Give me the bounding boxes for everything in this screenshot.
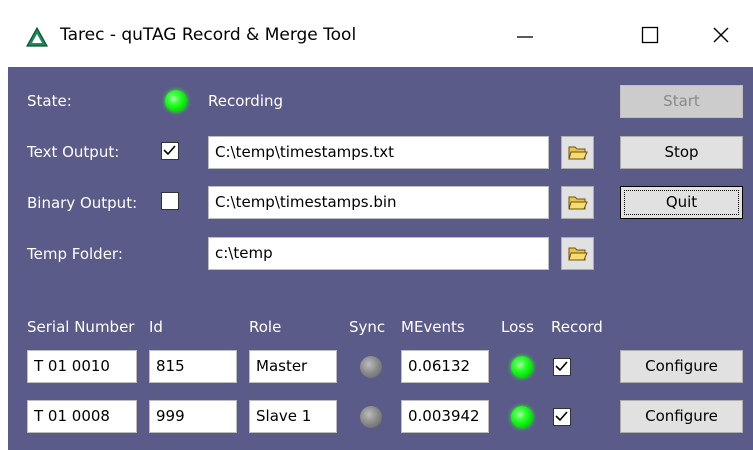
quit-button[interactable]: Quit (620, 186, 743, 219)
close-button[interactable] (691, 12, 751, 58)
loss-led-indicator (511, 356, 533, 378)
configure-button[interactable]: Configure (620, 400, 743, 433)
app-logo-icon (26, 27, 48, 47)
id-field[interactable]: 999 (149, 400, 237, 433)
serial-number-field[interactable]: T 01 0010 (27, 350, 137, 383)
folder-open-icon (568, 196, 588, 210)
column-header-id: Id (149, 318, 163, 336)
record-checkbox[interactable] (553, 358, 571, 376)
serial-number-field[interactable]: T 01 0008 (27, 400, 137, 433)
mevents-field: 0.06132 (401, 350, 489, 383)
folder-open-icon (568, 146, 588, 160)
maximize-button[interactable] (620, 12, 680, 58)
checkmark-icon (163, 145, 176, 156)
record-checkbox[interactable] (553, 408, 571, 426)
state-value: Recording (208, 92, 284, 110)
app-window: Tarec - quTAG Record & Merge Tool State:… (8, 0, 753, 450)
main-panel: State: Recording Start Text Output: C:\t… (8, 67, 753, 450)
quit-button-label: Quit (665, 193, 698, 211)
column-header-role: Role (249, 318, 282, 336)
binary-output-checkbox[interactable] (161, 192, 179, 210)
text-output-browse-button[interactable] (561, 136, 594, 169)
maximize-icon (641, 26, 659, 44)
temp-folder-browse-button[interactable] (561, 237, 594, 270)
state-led-indicator (165, 90, 187, 112)
minimize-icon (517, 36, 533, 38)
column-header-loss: Loss (501, 318, 534, 336)
minimize-button[interactable] (495, 12, 555, 58)
text-output-label: Text Output: (27, 143, 120, 161)
column-header-serial: Serial Number (27, 318, 135, 336)
configure-button[interactable]: Configure (620, 350, 743, 383)
binary-output-label: Binary Output: (27, 194, 138, 212)
binary-output-browse-button[interactable] (561, 186, 594, 219)
column-header-mevents: MEvents (401, 318, 465, 336)
stop-button[interactable]: Stop (620, 136, 743, 169)
text-output-path-field[interactable]: C:\temp\timestamps.txt (208, 136, 549, 169)
title-bar[interactable]: Tarec - quTAG Record & Merge Tool (8, 0, 753, 67)
state-label: State: (27, 92, 72, 110)
sync-led-indicator (360, 356, 382, 378)
id-field[interactable]: 815 (149, 350, 237, 383)
column-header-sync: Sync (349, 318, 386, 336)
window-title: Tarec - quTAG Record & Merge Tool (60, 25, 357, 45)
sync-led-indicator (360, 406, 382, 428)
text-output-checkbox[interactable] (161, 142, 179, 160)
loss-led-indicator (511, 406, 533, 428)
column-header-record: Record (551, 318, 603, 336)
temp-folder-path-field[interactable]: c:\temp (208, 237, 549, 270)
checkmark-icon (555, 411, 568, 422)
close-icon (713, 27, 729, 43)
role-field[interactable]: Slave 1 (249, 400, 337, 433)
role-field[interactable]: Master (249, 350, 337, 383)
temp-folder-label: Temp Folder: (27, 245, 123, 263)
folder-open-icon (568, 247, 588, 261)
start-button[interactable]: Start (620, 85, 743, 118)
binary-output-path-field[interactable]: C:\temp\timestamps.bin (208, 186, 549, 219)
checkmark-icon (555, 361, 568, 372)
mevents-field: 0.003942 (401, 400, 489, 433)
